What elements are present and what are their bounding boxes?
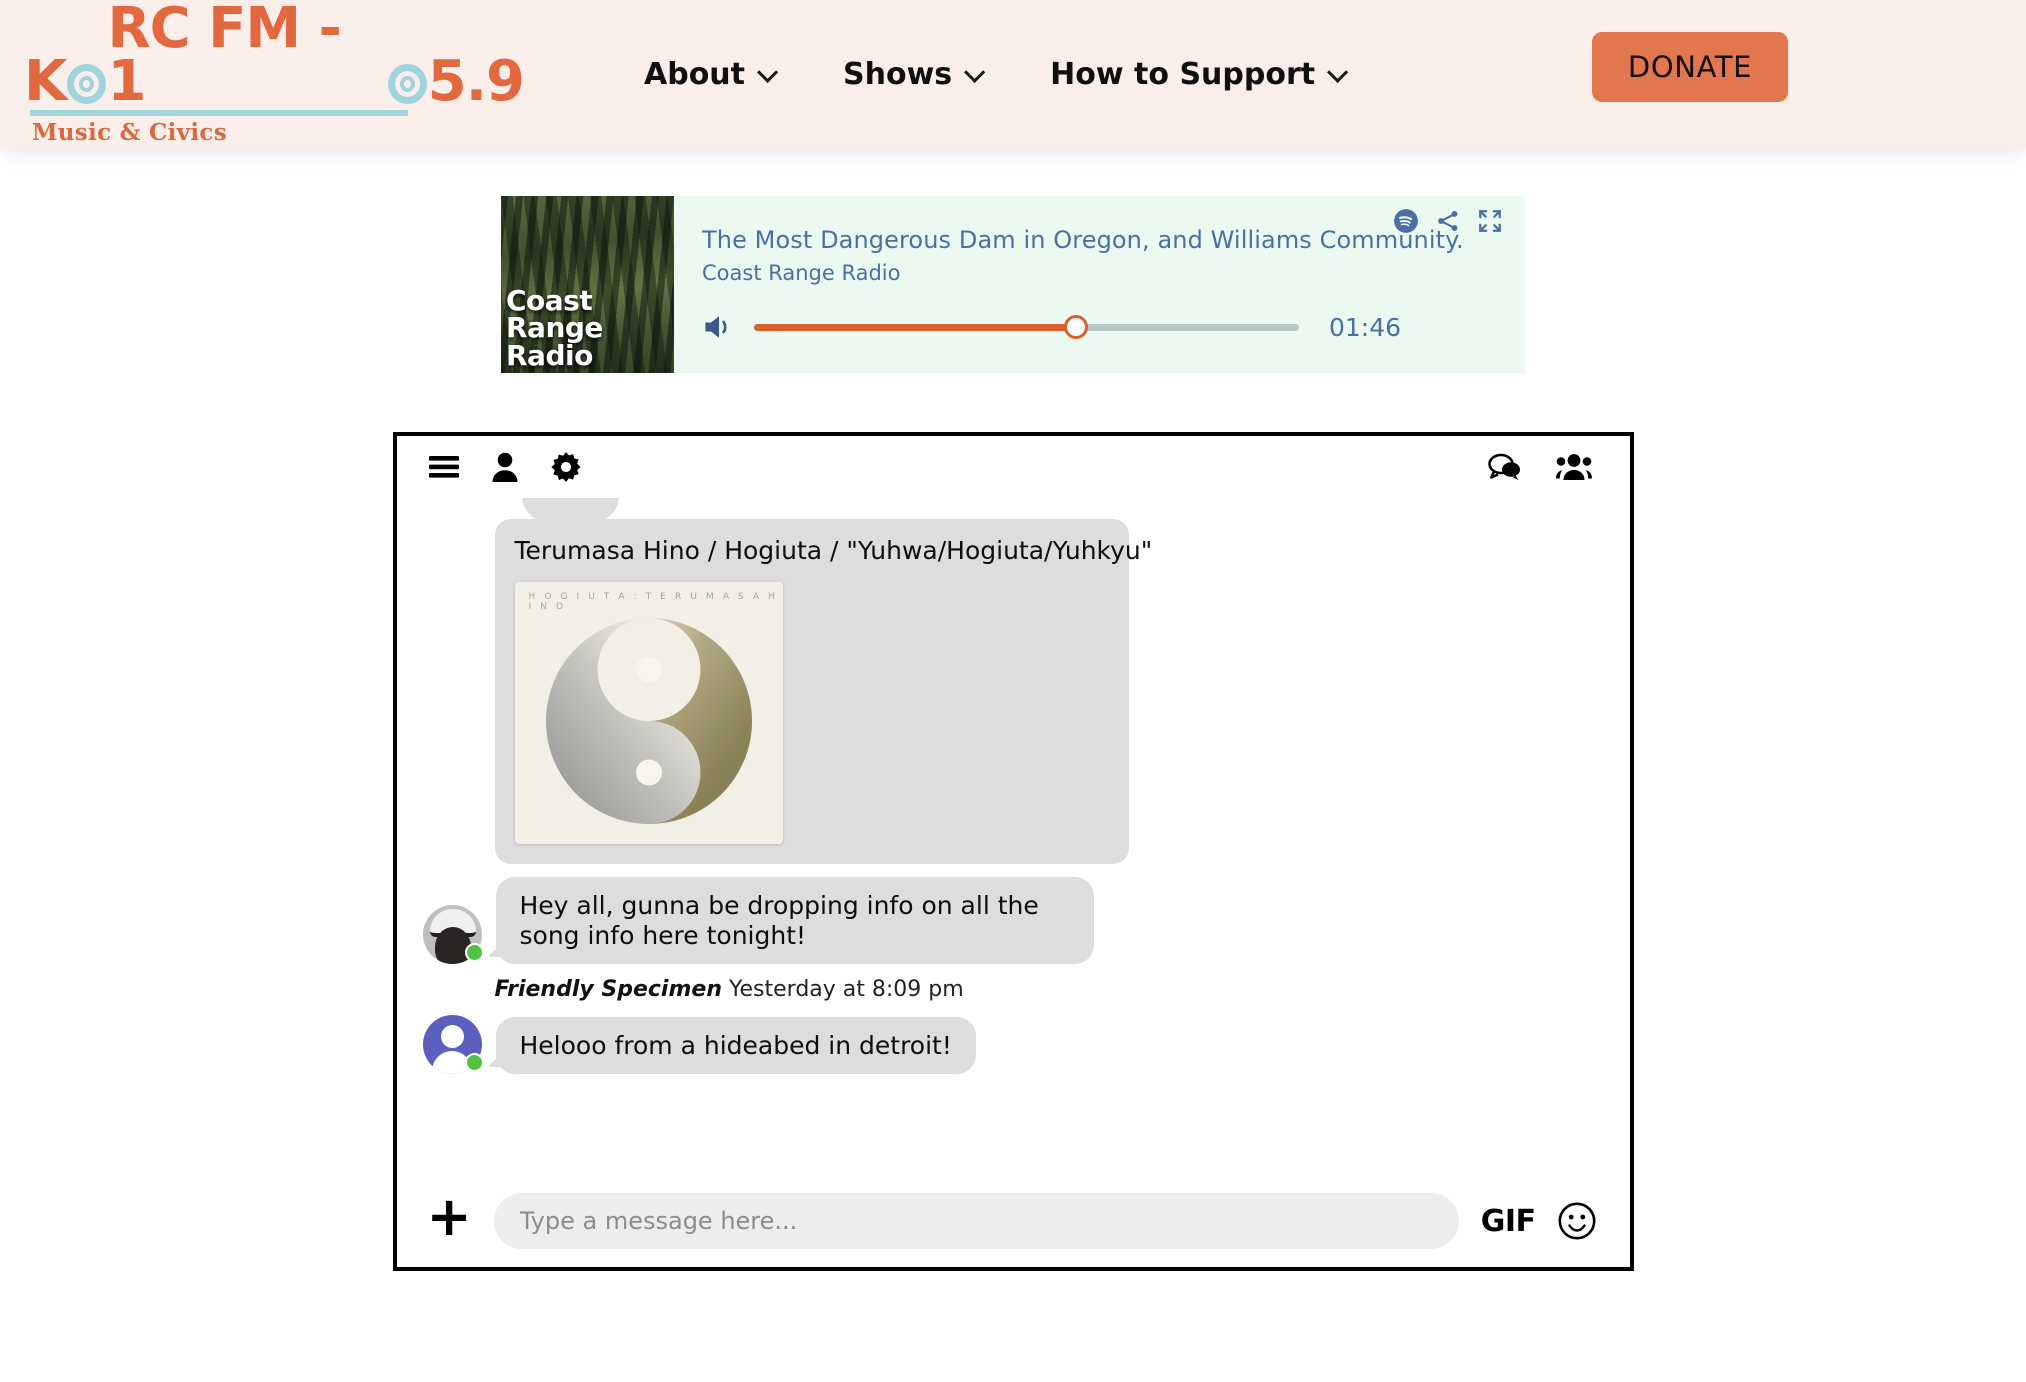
chat-toolbar-right: [1487, 452, 1592, 482]
avatar[interactable]: [422, 1015, 484, 1074]
share-icon[interactable]: [1435, 208, 1461, 234]
podcast-time-display: 01:46: [1329, 312, 1402, 342]
spotify-icon[interactable]: [1393, 208, 1419, 234]
chat-toolbar: [396, 436, 1630, 498]
message-timestamp: Yesterday at 8:09 pm: [728, 977, 964, 1002]
yin-yang-artwork-icon: [545, 618, 752, 824]
album-artwork[interactable]: H O G I U T A : T E R U M A S A H I N O: [514, 582, 783, 844]
song-message-bubble[interactable]: Terumasa Hino / Hogiuta / "Yuhwa/Hogiuta…: [494, 519, 1153, 864]
podcast-controls: 01:46: [702, 312, 1497, 342]
podcast-progress-slider[interactable]: [754, 315, 1299, 339]
artwork-line-2: Range: [506, 311, 603, 345]
donate-button[interactable]: DONATE: [1591, 32, 1788, 102]
chat-input-bar: + GIF: [396, 1175, 1630, 1267]
podcast-episode-title[interactable]: The Most Dangerous Dam in Oregon, and Wi…: [702, 226, 1462, 254]
smiley-icon[interactable]: [1557, 1202, 1596, 1240]
user-icon[interactable]: [492, 452, 518, 482]
podcast-player-body: The Most Dangerous Dam in Oregon, and Wi…: [674, 196, 1525, 373]
message-bubble[interactable]: Hey all, gunna be dropping info on all t…: [495, 877, 1094, 964]
add-attachment-button[interactable]: +: [427, 1189, 472, 1244]
logo-ring-o-icon: [67, 64, 107, 105]
podcast-artwork: Coast Range Radio: [501, 196, 674, 373]
artwork-line-3: Radio: [506, 338, 593, 372]
gif-button[interactable]: GIF: [1481, 1204, 1536, 1239]
nav-item-shows[interactable]: Shows: [843, 56, 986, 92]
chat-message-row: Hey all, gunna be dropping info on all t…: [417, 877, 1610, 964]
avatar[interactable]: [422, 905, 484, 964]
chevron-down-icon: [757, 61, 779, 83]
gear-icon[interactable]: [550, 452, 581, 482]
message-bubble[interactable]: Helooo from a hideabed in detroit!: [495, 1016, 976, 1074]
nav-item-about[interactable]: About: [644, 56, 779, 92]
podcast-artwork-title: Coast Range Radio: [506, 283, 603, 372]
site-logo[interactable]: K RC FM - 1 5.9 Music & Civics: [24, 0, 525, 147]
logo-text-prefix: K: [24, 49, 67, 114]
nav-label-about: About: [644, 56, 746, 92]
chevron-down-icon: [964, 61, 986, 83]
chat-bubbles-icon[interactable]: [1487, 452, 1522, 482]
logo-underline: [30, 110, 408, 117]
volume-icon[interactable]: [702, 312, 736, 342]
nav-label-shows: Shows: [843, 56, 953, 92]
chat-region: Terumasa Hino / Hogiuta / "Yuhwa/Hogiuta…: [0, 432, 2026, 1271]
podcast-player-region: Coast Range Radio The Most Dangerous Dam…: [0, 196, 2026, 373]
chat-toolbar-left: [428, 452, 581, 482]
logo-text-mid: RC FM - 1: [107, 0, 341, 114]
message-meta: Friendly Specimen Yesterday at 8:09 pm: [495, 977, 1610, 1002]
chat-message-row: Helooo from a hideabed in detroit!: [417, 1015, 1610, 1074]
nav-item-how-to-support[interactable]: How to Support: [1050, 56, 1349, 92]
logo-tagline: Music & Civics: [32, 119, 227, 147]
online-status-indicator: [464, 943, 484, 962]
avatar-head: [440, 1025, 464, 1048]
podcast-progress-thumb[interactable]: [1063, 315, 1088, 339]
song-title: Terumasa Hino / Hogiuta / "Yuhwa/Hogiuta…: [514, 536, 1153, 565]
main-navigation: About Shows How to Support: [644, 56, 1349, 92]
podcast-player: Coast Range Radio The Most Dangerous Dam…: [501, 196, 1525, 373]
message-input[interactable]: [493, 1193, 1459, 1249]
logo-wordmark: K RC FM - 1 5.9: [24, 0, 525, 114]
nav-label-how-to-support: How to Support: [1050, 56, 1316, 92]
podcast-progress-fill: [754, 323, 1076, 331]
logo-text-suffix: 5.9: [427, 49, 525, 114]
scrolled-off-message: [521, 498, 619, 522]
message-author: Friendly Specimen: [494, 977, 722, 1002]
podcast-show-name[interactable]: Coast Range Radio: [702, 261, 1497, 285]
logo-ring-zero-icon: [387, 64, 427, 105]
chevron-down-icon: [1327, 61, 1349, 83]
expand-icon[interactable]: [1477, 208, 1503, 234]
site-header: K RC FM - 1 5.9 Music & Civics About Sho…: [0, 0, 2026, 148]
users-group-icon[interactable]: [1555, 453, 1592, 481]
album-caption: H O G I U T A : T E R U M A S A H I N O: [528, 592, 778, 612]
chat-message-list[interactable]: Terumasa Hino / Hogiuta / "Yuhwa/Hogiuta…: [397, 498, 1630, 1175]
podcast-player-actions: [1393, 208, 1503, 234]
artwork-line-1: Coast: [506, 283, 593, 317]
chat-widget: Terumasa Hino / Hogiuta / "Yuhwa/Hogiuta…: [392, 432, 1634, 1271]
menu-icon[interactable]: [428, 455, 459, 479]
online-status-indicator: [464, 1053, 484, 1072]
